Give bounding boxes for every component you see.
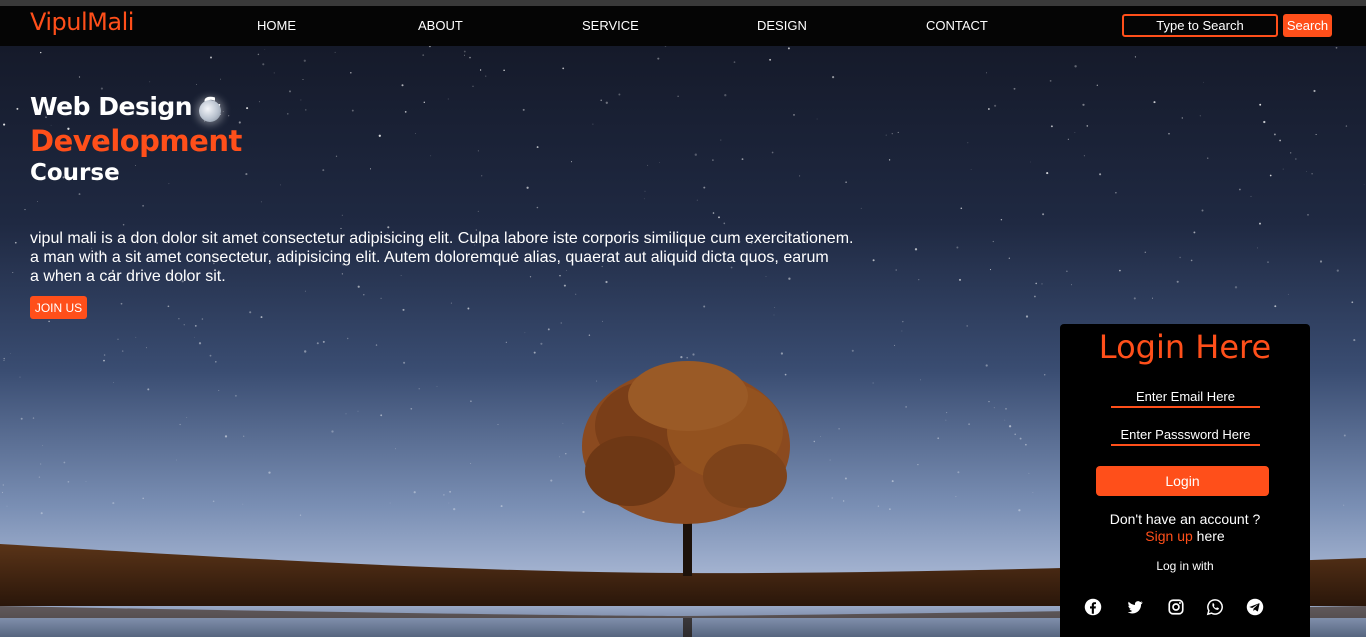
join-us-button[interactable]: JOIN US	[30, 296, 87, 319]
signup-suffix: here	[1192, 528, 1225, 544]
navbar: VipulMali HOME ABOUT SERVICE DESIGN CONT…	[0, 6, 1366, 46]
signup-line: Sign up here	[1060, 528, 1310, 544]
search-input[interactable]	[1122, 14, 1278, 37]
hero-title-line2: Development	[30, 124, 242, 158]
login-button[interactable]: Login	[1096, 466, 1269, 496]
nav-link-design[interactable]: DESIGN	[757, 18, 807, 33]
nav-link-home[interactable]: HOME	[257, 18, 296, 33]
telegram-icon[interactable]	[1246, 598, 1264, 616]
instagram-icon[interactable]	[1167, 598, 1185, 616]
signup-link[interactable]: Sign up	[1145, 528, 1192, 544]
password-field[interactable]	[1111, 424, 1260, 446]
hero-description-line: a when a car drive dolor sit.	[30, 268, 226, 285]
login-title: Login Here	[1098, 328, 1272, 366]
hero-description-line: a man with a sit amet consectetur, adipi…	[30, 249, 829, 266]
hero-section: Web Design & Development Course vipul ma…	[0, 46, 1366, 637]
facebook-icon[interactable]	[1084, 598, 1102, 616]
email-field[interactable]	[1111, 386, 1260, 408]
whatsapp-icon[interactable]	[1206, 598, 1224, 616]
nav-link-service[interactable]: SERVICE	[582, 18, 639, 33]
hero-title-line1: Web Design &	[30, 92, 222, 121]
search-button[interactable]: Search	[1283, 14, 1332, 37]
login-with-text: Log in with	[1156, 559, 1214, 573]
hero-description: vipul mali is a don dolor sit amet conse…	[30, 229, 880, 286]
hero-description-line: vipul mali is a don dolor sit amet conse…	[30, 230, 854, 247]
nav-link-about[interactable]: ABOUT	[418, 18, 463, 33]
login-panel: Login Here Login Don't have an account ?…	[1060, 324, 1310, 637]
twitter-icon[interactable]	[1126, 598, 1144, 616]
hero-title-line3: Course	[30, 160, 120, 186]
moon-icon	[199, 100, 221, 122]
site-logo[interactable]: VipulMali	[30, 8, 134, 36]
no-account-text: Don't have an account ?	[1109, 511, 1261, 527]
nav-link-contact[interactable]: CONTACT	[926, 18, 988, 33]
